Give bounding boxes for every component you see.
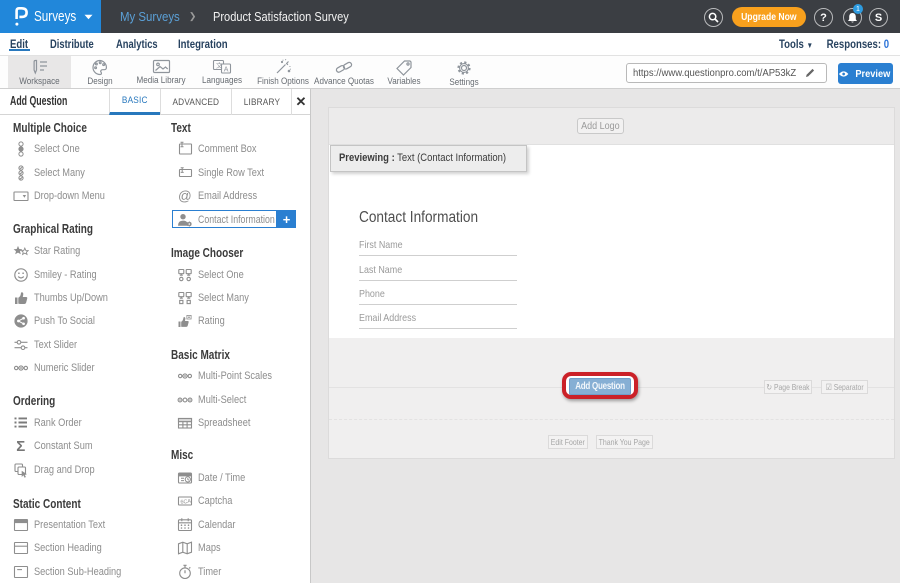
svg-text:@: @ [178, 188, 192, 203]
svg-text:Σ: Σ [16, 438, 25, 454]
svg-text:文: 文 [216, 61, 223, 70]
svg-text:A: A [224, 66, 229, 73]
svg-text:6CA: 6CA [180, 498, 192, 505]
